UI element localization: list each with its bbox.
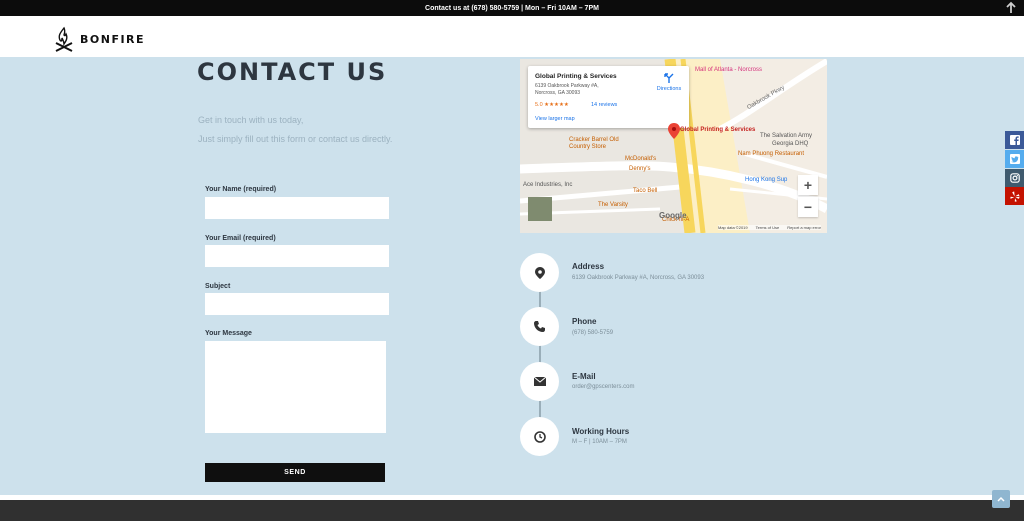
google-logo: Google: [659, 211, 687, 220]
map-pin-icon[interactable]: [668, 123, 680, 139]
map-label-varsity: The Varsity: [598, 202, 628, 208]
yelp-button[interactable]: [1005, 187, 1024, 205]
clock-icon: [533, 430, 546, 443]
google-map[interactable]: Global Printing & Services 6139 Oakbrook…: [520, 59, 827, 233]
phone-title: Phone: [572, 317, 597, 326]
timeline-line: [539, 272, 541, 438]
message-label: Your Message: [205, 330, 252, 337]
arrow-up-icon[interactable]: [1004, 1, 1018, 15]
twitter-icon: [1009, 154, 1020, 164]
place-reviews-link[interactable]: 14 reviews: [591, 102, 617, 108]
yelp-icon: [1009, 191, 1019, 202]
address-title: Address: [572, 262, 605, 271]
email-icon-circle: [520, 362, 559, 401]
map-label-salvation: The Salvation Army: [760, 133, 813, 139]
map-label-hong-kong: Hong Kong Sup: [745, 177, 788, 183]
subject-label: Subject: [205, 283, 231, 290]
hours-title: Working Hours: [572, 427, 630, 436]
map-attribution: Map data ©2019 Terms of Use Report a map…: [718, 225, 821, 230]
directions-button[interactable]: Directions: [653, 72, 685, 92]
map-pin-label: Global Printing & Services: [680, 127, 756, 133]
intro-line-2: Just simply fill out this form or contac…: [198, 134, 393, 144]
map-label-georgia: Georgia DHQ: [772, 141, 809, 147]
instagram-icon: [1009, 173, 1020, 183]
map-label-taco: Taco Bell: [633, 188, 658, 194]
brand-name: BONFIRE: [80, 32, 146, 46]
map-label-ace: Ace Industries, Inc: [523, 182, 573, 188]
directions-icon: [664, 73, 674, 83]
name-field[interactable]: [205, 197, 389, 219]
place-name: Global Printing & Services: [535, 73, 617, 80]
address-value: 6139 Oakbrook Parkway #A, Norcross, GA 3…: [572, 275, 705, 281]
phone-icon-circle: [520, 307, 559, 346]
map-terms-link[interactable]: Terms of Use: [756, 225, 780, 230]
hours-icon-circle: [520, 417, 559, 456]
map-label-nam-phuong: Nam Phuong Restaurant: [738, 151, 805, 157]
bonfire-logo-icon: [55, 26, 73, 52]
email-label: Your Email (required): [205, 235, 276, 242]
facebook-icon: [1009, 135, 1020, 145]
location-pin-icon: [534, 266, 545, 279]
facebook-button[interactable]: [1005, 131, 1024, 149]
directions-label: Directions: [656, 86, 682, 92]
map-label-mall: Mall of Atlanta - Norcross: [695, 67, 763, 73]
site-header: BONFIRE: [0, 16, 1024, 57]
map-place-card: Global Printing & Services 6139 Oakbrook…: [528, 66, 689, 128]
place-rating: 5.0 ★★★★★: [535, 102, 569, 108]
scroll-to-top-button[interactable]: [992, 490, 1010, 508]
top-contact-bar: Contact us at (678) 580-5759 | Mon – Fri…: [0, 0, 1024, 16]
brand-logo[interactable]: BONFIRE: [54, 26, 145, 52]
intro-line-1: Get in touch with us today,: [198, 115, 304, 125]
map-label-mcdonalds: McDonald's: [625, 156, 657, 162]
send-button[interactable]: SEND: [205, 463, 385, 482]
chevron-up-icon: [997, 496, 1005, 502]
phone-value: (678) 580-5759: [572, 330, 614, 336]
address-icon-circle: [520, 253, 559, 292]
phone-icon: [534, 321, 545, 332]
email-title: E-Mail: [572, 372, 596, 381]
map-data-text: Map data ©2019: [718, 225, 748, 230]
instagram-button[interactable]: [1005, 169, 1024, 187]
map-report-link[interactable]: Report a map error: [787, 225, 821, 230]
map-label-cracker: Cracker Barrel Old Country Store: [569, 137, 619, 150]
top-contact-text: Contact us at (678) 580-5759 | Mon – Fri…: [425, 4, 599, 12]
site-footer: [0, 500, 1024, 521]
name-label: Your Name (required): [205, 186, 277, 193]
email-value[interactable]: order@gpscenters.com: [572, 384, 634, 390]
message-field[interactable]: [205, 341, 386, 433]
place-address: 6139 Oakbrook Parkway #A, Norcross, GA 3…: [535, 83, 599, 96]
zoom-out-button[interactable]: −: [798, 197, 818, 217]
subject-field[interactable]: [205, 293, 389, 315]
intro-text: Get in touch with us today, Just simply …: [198, 111, 392, 149]
zoom-in-button[interactable]: +: [798, 175, 818, 195]
email-field[interactable]: [205, 245, 389, 267]
view-larger-map-link[interactable]: View larger map: [535, 116, 575, 122]
twitter-button[interactable]: [1005, 150, 1024, 168]
hours-value: M – F | 10AM – 7PM: [572, 439, 627, 445]
envelope-icon: [533, 377, 546, 386]
page-title: CONTACT US: [197, 58, 388, 86]
map-label-dennys: Denny's: [629, 166, 651, 172]
